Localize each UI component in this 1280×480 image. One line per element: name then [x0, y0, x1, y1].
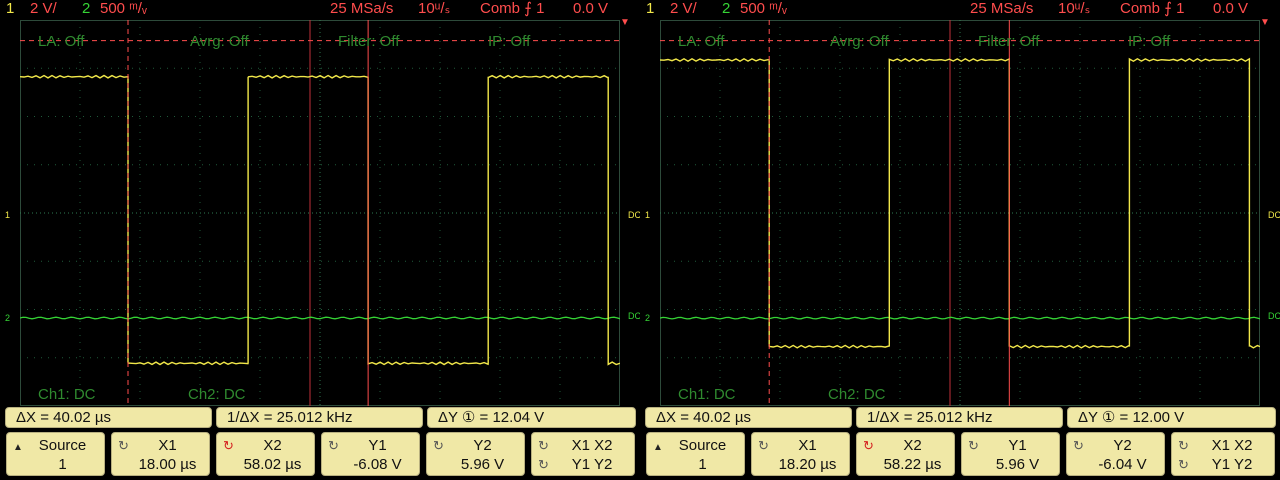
ch1-dc-marker: DC	[1268, 210, 1280, 220]
header-bar: 1 2 V/ 2 500 ᵐ/ᵥ 25 MSa/s 10ᵘ/ₛ Comb ⨍ 1…	[0, 0, 640, 20]
delta-y-readout: ΔY ① = 12.00 V	[1067, 407, 1276, 428]
source-value: 1	[58, 456, 67, 473]
x1-value: 18.20 µs	[778, 456, 837, 473]
x2-softkey[interactable]: ↻ X2 58.22 µs	[856, 432, 955, 476]
ch2-ground-marker[interactable]: 2	[645, 313, 650, 323]
y2-softkey[interactable]: ↻ Y2 -6.04 V	[1066, 432, 1165, 476]
filter-status: Filter: Off	[338, 33, 400, 50]
ch1-scale[interactable]: 2 V/	[30, 0, 57, 18]
xy-link-softkey[interactable]: ↻ ↻ X1 X2 Y1 Y2	[531, 432, 635, 476]
inverse-delta-x-readout: 1/ΔX = 25.012 kHz	[856, 407, 1063, 428]
delta-x-readout: ΔX = 40.02 µs	[5, 407, 212, 428]
header-bar: 1 2 V/ 2 500 ᵐ/ᵥ 25 MSa/s 10ᵘ/ₛ Comb ⨍ 1…	[640, 0, 1280, 20]
waveform-svg	[20, 20, 620, 406]
ch2-coupling: Ch2: DC	[828, 386, 886, 403]
ch2-number[interactable]: 2	[82, 0, 90, 18]
filter-status: Filter: Off	[978, 33, 1040, 50]
y2-label: Y2	[473, 437, 492, 454]
trigger-position-icon: ▼	[620, 17, 630, 28]
xy-link-softkey[interactable]: ↻ ↻ X1 X2 Y1 Y2	[1171, 432, 1275, 476]
y1-label: Y1	[1008, 437, 1027, 454]
ip-status: IP: Off	[1128, 33, 1171, 50]
ch2-scale[interactable]: 500 ᵐ/ᵥ	[100, 0, 147, 18]
waveform-area[interactable]: LA: Off Avrg: Off Filter: Off IP: Off Ch…	[20, 20, 620, 406]
avrg-status: Avrg: Off	[190, 33, 249, 50]
trigger-mode[interactable]: Comb ⨍ 1	[1120, 0, 1185, 18]
waveform-area[interactable]: LA: Off Avrg: Off Filter: Off IP: Off Ch…	[660, 20, 1260, 406]
y2-value: 5.96 V	[460, 456, 505, 473]
y1-softkey[interactable]: ↻ Y1 5.96 V	[961, 432, 1060, 476]
y1-value: 5.96 V	[995, 456, 1040, 473]
ch1-number[interactable]: 1	[6, 0, 14, 18]
y1-value: -6.08 V	[353, 456, 402, 473]
x1-value: 18.00 µs	[138, 456, 197, 473]
ch1-ground-marker[interactable]: 1	[645, 210, 650, 220]
x2-label: X2	[263, 437, 282, 454]
sample-rate: 25 MSa/s	[330, 0, 394, 17]
ch2-trace	[660, 316, 1260, 320]
la-status: LA: Off	[678, 33, 725, 50]
ch1-ground-marker[interactable]: 1	[5, 210, 10, 220]
source-label: Source	[38, 437, 87, 454]
trigger-mode[interactable]: Comb ⨍ 1	[480, 0, 545, 18]
x2-value: 58.22 µs	[883, 456, 942, 473]
ip-status: IP: Off	[488, 33, 531, 50]
source-softkey[interactable]: ▲ Source 1	[6, 432, 105, 476]
ch1-dc-marker: DC	[628, 210, 640, 220]
trigger-position-icon: ▼	[1260, 17, 1270, 28]
x1-label: X1	[798, 437, 817, 454]
y2-value: -6.04 V	[1098, 456, 1147, 473]
x1-softkey[interactable]: ↻ X1 18.00 µs	[111, 432, 210, 476]
ch2-dc-marker: DC	[628, 311, 640, 321]
y2-softkey[interactable]: ↻ Y2 5.96 V	[426, 432, 525, 476]
timebase[interactable]: 10ᵘ/ₛ	[1058, 0, 1090, 18]
timebase[interactable]: 10ᵘ/ₛ	[418, 0, 450, 18]
scope-screen-right: 1 2 V/ 2 500 ᵐ/ᵥ 25 MSa/s 10ᵘ/ₛ Comb ⨍ 1…	[640, 0, 1280, 480]
y2-label: Y2	[1113, 437, 1132, 454]
x2-value: 58.02 µs	[243, 456, 302, 473]
y1-label: Y1	[368, 437, 387, 454]
la-status: LA: Off	[38, 33, 85, 50]
ch2-coupling: Ch2: DC	[188, 386, 246, 403]
inverse-delta-x-readout: 1/ΔX = 25.012 kHz	[216, 407, 423, 428]
x1-softkey[interactable]: ↻ X1 18.20 µs	[751, 432, 850, 476]
delta-y-readout: ΔY ① = 12.04 V	[427, 407, 636, 428]
source-value: 1	[698, 456, 707, 473]
ch2-ground-marker[interactable]: 2	[5, 313, 10, 323]
trigger-level[interactable]: 0.0 V	[573, 0, 608, 18]
ch1-number[interactable]: 1	[646, 0, 654, 18]
avrg-status: Avrg: Off	[830, 33, 889, 50]
source-label: Source	[678, 437, 727, 454]
source-softkey[interactable]: ▲ Source 1	[646, 432, 745, 476]
xy-line2: Y1 Y2	[1211, 456, 1253, 473]
y1-softkey[interactable]: ↻ Y1 -6.08 V	[321, 432, 420, 476]
x1-label: X1	[158, 437, 177, 454]
ch2-number[interactable]: 2	[722, 0, 730, 18]
ch1-coupling: Ch1: DC	[678, 386, 736, 403]
xy-line1: X1 X2	[571, 437, 613, 454]
delta-x-readout: ΔX = 40.02 µs	[645, 407, 852, 428]
ch1-coupling: Ch1: DC	[38, 386, 96, 403]
trigger-level[interactable]: 0.0 V	[1213, 0, 1248, 18]
xy-line1: X1 X2	[1211, 437, 1253, 454]
sample-rate: 25 MSa/s	[970, 0, 1034, 17]
x2-label: X2	[903, 437, 922, 454]
ch1-scale[interactable]: 2 V/	[670, 0, 697, 18]
ch2-dc-marker: DC	[1268, 311, 1280, 321]
xy-line2: Y1 Y2	[571, 456, 613, 473]
ch2-scale[interactable]: 500 ᵐ/ᵥ	[740, 0, 787, 18]
x2-softkey[interactable]: ↻ X2 58.02 µs	[216, 432, 315, 476]
waveform-svg	[660, 20, 1260, 406]
scope-screen-left: 1 2 V/ 2 500 ᵐ/ᵥ 25 MSa/s 10ᵘ/ₛ Comb ⨍ 1…	[0, 0, 640, 480]
ch2-trace	[20, 316, 620, 320]
